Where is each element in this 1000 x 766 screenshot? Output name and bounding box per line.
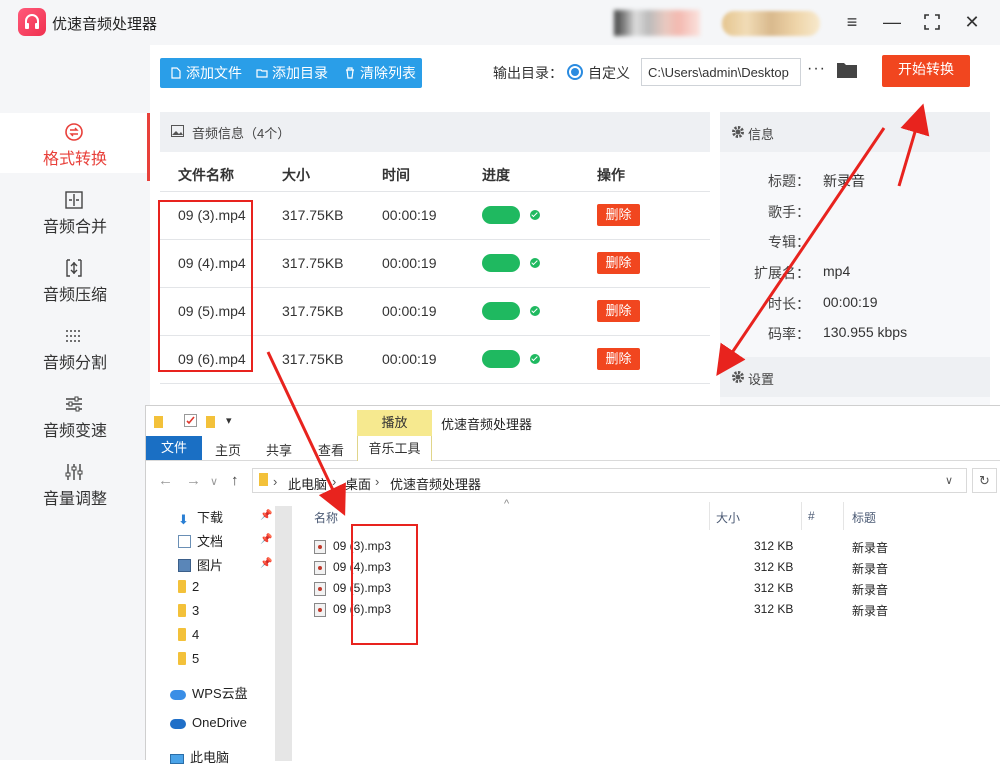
annotation-arrow <box>897 103 930 187</box>
annotation-arrows <box>266 103 930 516</box>
annotation-arrow <box>716 127 886 376</box>
annotation-arrow <box>266 351 346 516</box>
